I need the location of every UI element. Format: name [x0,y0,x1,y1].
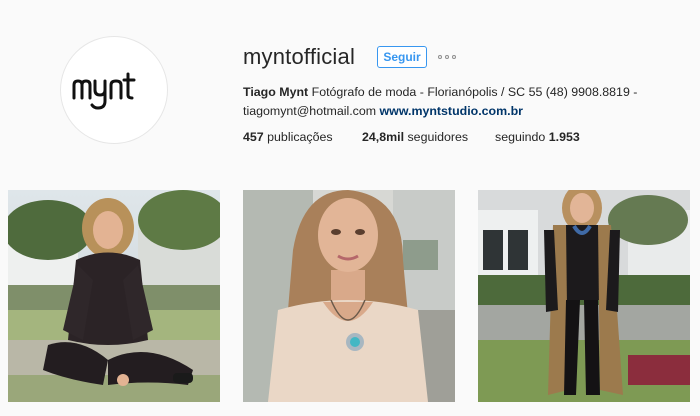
posts-label: publicações [267,130,333,144]
photo-image [8,190,220,402]
following-label: seguindo [495,130,546,144]
profile-website-link[interactable]: www.myntstudio.com.br [380,104,523,118]
post-photo-1[interactable] [8,190,220,402]
more-options-icon[interactable] [438,52,458,62]
dot-icon [445,55,449,59]
follow-button[interactable]: Seguir [377,46,427,68]
profile-username: myntofficial [243,44,356,69]
posts-stat: 457 publicações [243,130,333,144]
photo-image [478,190,690,402]
post-photo-2[interactable] [243,190,455,402]
dot-icon [452,55,456,59]
following-count: 1.953 [548,130,580,144]
profile-full-name: Tiago Mynt [243,85,309,99]
profile-bio: Tiago Mynt Fotógrafo de moda - Florianóp… [243,83,663,121]
post-photo-3[interactable] [478,190,690,402]
dot-icon [438,55,442,59]
profile-avatar[interactable] [60,36,168,144]
followers-count: 24,8mil [362,130,405,144]
mynt-logo [72,72,136,110]
following-stat[interactable]: seguindo 1.953 [495,130,580,144]
posts-count: 457 [243,130,264,144]
photo-image [243,190,455,402]
followers-label: seguidores [407,130,469,144]
followers-stat[interactable]: 24,8mil seguidores [362,130,468,144]
